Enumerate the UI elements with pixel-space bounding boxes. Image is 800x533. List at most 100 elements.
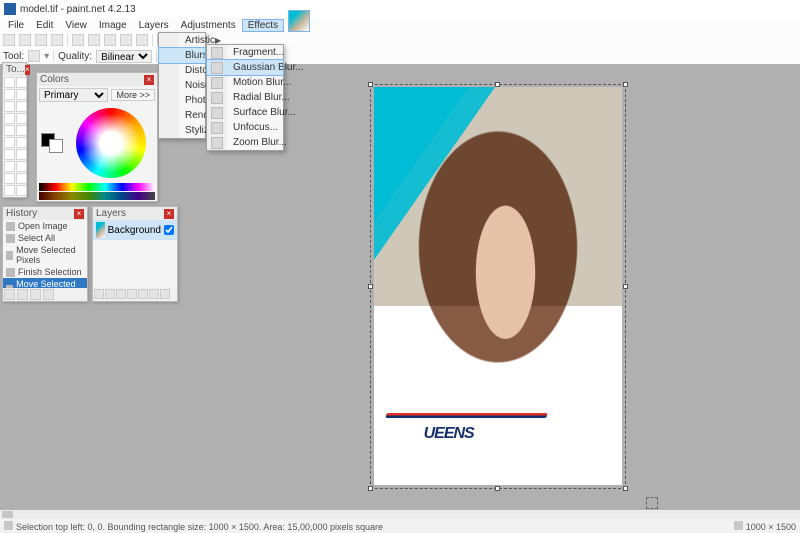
menu-image[interactable]: Image	[93, 19, 133, 32]
gradient-tool[interactable]	[16, 125, 27, 136]
menu-layers[interactable]: Layers	[133, 19, 175, 32]
properties-icon[interactable]	[160, 289, 170, 299]
save-icon[interactable]	[35, 34, 47, 46]
color-picker-tool[interactable]	[16, 149, 27, 160]
print-icon[interactable]	[51, 34, 63, 46]
panel-title[interactable]: Colors ×	[37, 73, 157, 86]
history-item[interactable]: Select All	[3, 232, 87, 244]
status-bar: Selection top left: 0, 0. Bounding recta…	[0, 519, 800, 533]
menu-item-noise[interactable]: Noise▶	[159, 78, 205, 93]
more-button[interactable]: More >>	[111, 89, 155, 101]
document-thumbnail[interactable]	[288, 10, 310, 32]
menu-item-radial-blur[interactable]: Radial Blur...	[207, 90, 283, 105]
color-swatches[interactable]	[41, 133, 63, 153]
text-tool[interactable]	[4, 173, 15, 184]
copy-icon[interactable]	[88, 34, 100, 46]
menu-item-stylize[interactable]: Stylize▶	[159, 123, 205, 138]
line-tool[interactable]	[16, 173, 27, 184]
delete-layer-icon[interactable]	[105, 289, 115, 299]
close-icon[interactable]: ×	[25, 65, 30, 75]
tool-picker-icon[interactable]	[28, 50, 40, 62]
brush-tool[interactable]	[4, 137, 15, 148]
palette-strip[interactable]	[39, 192, 155, 200]
menu-item-fragment[interactable]: Fragment...	[207, 45, 283, 60]
history-item[interactable]: Move Selected Pixels	[3, 244, 87, 266]
selection-handle[interactable]	[623, 284, 628, 289]
panel-title[interactable]: Layers ×	[93, 207, 177, 220]
shape-tool[interactable]	[16, 185, 27, 196]
close-icon[interactable]: ×	[144, 75, 154, 85]
open-icon[interactable]	[19, 34, 31, 46]
pan-tool[interactable]	[16, 113, 27, 124]
menu-item-motion-blur[interactable]: Motion Blur...	[207, 75, 283, 90]
new-icon[interactable]	[3, 34, 15, 46]
recolor-tool[interactable]	[16, 161, 27, 172]
selection-handle[interactable]	[623, 82, 628, 87]
magic-wand-tool[interactable]	[4, 113, 15, 124]
merge-down-icon[interactable]	[127, 289, 137, 299]
effects-dropdown: Artistic▶ Blurs▶ Distort▶ Noise▶ Photo▶ …	[158, 32, 206, 139]
scrollbar-thumb[interactable]	[2, 511, 13, 518]
ffwd-icon[interactable]	[43, 289, 54, 300]
menu-item-artistic[interactable]: Artistic▶	[159, 33, 205, 48]
menu-item-photo[interactable]: Photo▶	[159, 93, 205, 108]
move-selection-tool[interactable]	[16, 89, 27, 100]
color-wheel[interactable]	[76, 108, 146, 178]
selection-handle[interactable]	[368, 82, 373, 87]
crop-icon[interactable]	[120, 34, 132, 46]
selection-handle[interactable]	[495, 486, 500, 491]
undo-icon[interactable]	[17, 289, 28, 300]
eraser-tool[interactable]	[16, 137, 27, 148]
menu-item-distort[interactable]: Distort▶	[159, 63, 205, 78]
clone-tool[interactable]	[4, 161, 15, 172]
move-down-icon[interactable]	[149, 289, 159, 299]
menu-item-gaussian-blur[interactable]: Gaussian Blur...	[207, 60, 283, 75]
history-panel: History × Open Image Select All Move Sel…	[2, 206, 88, 302]
menu-item-blurs[interactable]: Blurs▶	[159, 48, 205, 63]
history-item[interactable]: Finish Selection	[3, 266, 87, 278]
menu-item-render[interactable]: Render▶	[159, 108, 205, 123]
palette-strip[interactable]	[39, 183, 155, 191]
panel-title[interactable]: History ×	[3, 207, 87, 220]
pencil-tool[interactable]	[4, 149, 15, 160]
selection-handle[interactable]	[368, 486, 373, 491]
layer-item[interactable]: Background	[93, 220, 177, 240]
rect-tool[interactable]	[4, 185, 15, 196]
redo-icon[interactable]	[30, 289, 41, 300]
move-up-icon[interactable]	[138, 289, 148, 299]
secondary-color[interactable]	[49, 139, 63, 153]
rect-select-tool[interactable]	[4, 77, 15, 88]
history-item[interactable]: Open Image	[3, 220, 87, 232]
menu-edit[interactable]: Edit	[30, 19, 59, 32]
zoom-tool[interactable]	[16, 101, 27, 112]
move-tool[interactable]	[16, 77, 27, 88]
duplicate-layer-icon[interactable]	[116, 289, 126, 299]
selection-handle[interactable]	[623, 486, 628, 491]
menu-file[interactable]: File	[2, 19, 30, 32]
paste-icon[interactable]	[104, 34, 116, 46]
selection-handle[interactable]	[368, 284, 373, 289]
layer-thumbnail	[96, 222, 105, 238]
add-layer-icon[interactable]	[94, 289, 104, 299]
color-mode-select[interactable]: Primary	[39, 88, 108, 102]
menu-item-zoom-blur[interactable]: Zoom Blur...	[207, 135, 283, 150]
layer-visibility-checkbox[interactable]	[164, 225, 174, 235]
quality-select[interactable]: Bilinear	[96, 50, 152, 63]
ellipse-select-tool[interactable]	[4, 101, 15, 112]
deselect-icon[interactable]	[136, 34, 148, 46]
menu-item-surface-blur[interactable]: Surface Blur...	[207, 105, 283, 120]
selection-handle[interactable]	[495, 82, 500, 87]
menu-effects[interactable]: Effects	[242, 19, 284, 32]
close-icon[interactable]: ×	[74, 209, 84, 219]
cut-icon[interactable]	[72, 34, 84, 46]
panel-title[interactable]: To... ×	[3, 63, 26, 76]
selection-marquee[interactable]	[370, 84, 626, 489]
rewind-icon[interactable]	[4, 289, 15, 300]
menu-view[interactable]: View	[59, 19, 93, 32]
close-icon[interactable]: ×	[164, 209, 174, 219]
lasso-tool[interactable]	[4, 89, 15, 100]
menu-adjustments[interactable]: Adjustments	[175, 19, 242, 32]
fill-tool[interactable]	[4, 125, 15, 136]
menu-item-unfocus[interactable]: Unfocus...	[207, 120, 283, 135]
horizontal-scrollbar[interactable]	[0, 510, 800, 519]
